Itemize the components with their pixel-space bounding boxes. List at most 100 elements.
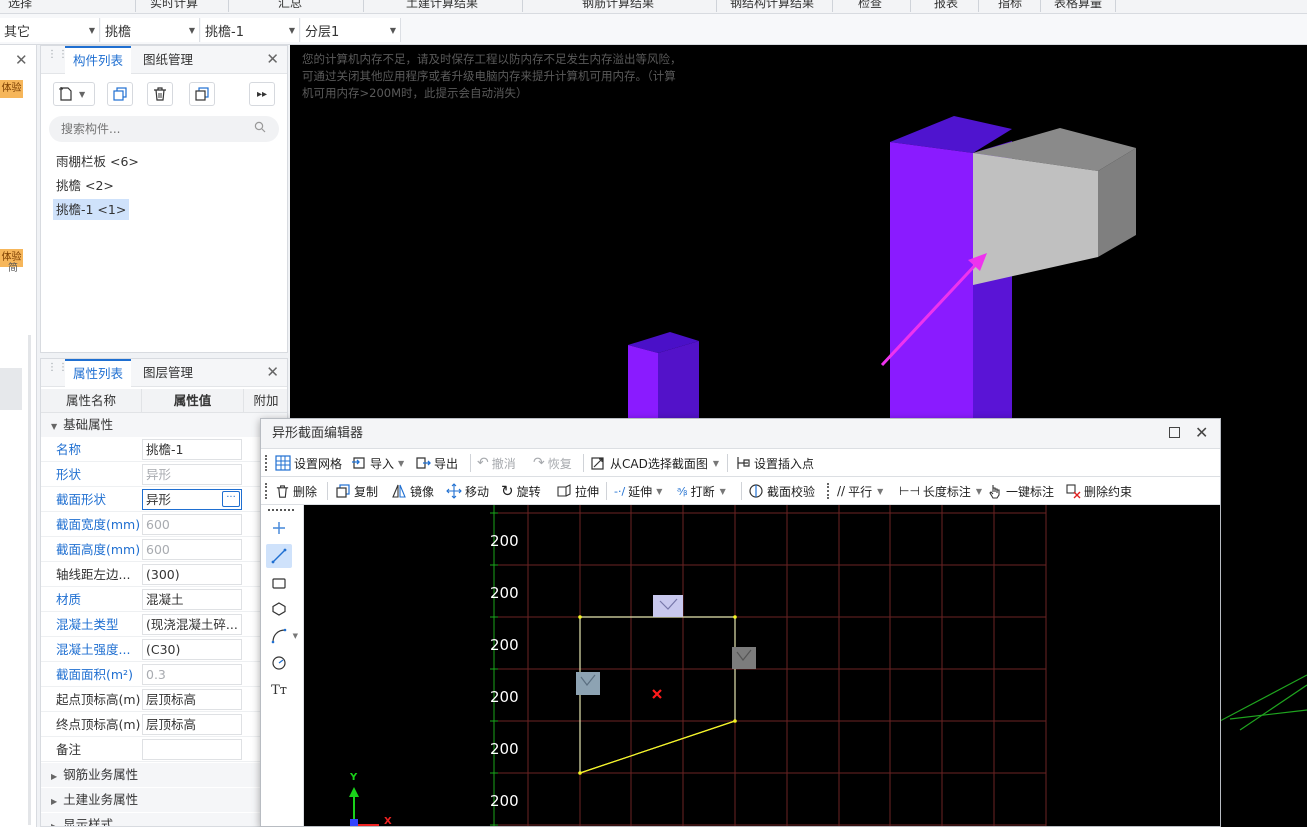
- group-display-style[interactable]: ▶ 显示样式: [41, 813, 287, 826]
- set-insert-point-button[interactable]: 设置插入点: [735, 449, 814, 477]
- group-civil-properties[interactable]: ▶ 土建业务属性: [41, 788, 287, 812]
- tab-component-list[interactable]: 构件列表: [65, 46, 132, 74]
- grid-dimension-label: 200: [490, 792, 519, 810]
- menu-check[interactable]: 检查: [858, 0, 882, 11]
- group-rebar-properties[interactable]: ▶ 钢筋业务属性: [41, 763, 287, 787]
- import-icon: [352, 457, 365, 469]
- chevron-down-icon: ▼: [398, 458, 405, 468]
- menu-select[interactable]: 选择: [8, 0, 32, 11]
- stretch-button[interactable]: 拉伸: [556, 477, 599, 505]
- property-value-input[interactable]: (C30): [142, 639, 242, 660]
- extend-button[interactable]: -·/ 延伸 ▼: [614, 477, 662, 505]
- property-value-input[interactable]: 异形: [142, 464, 242, 485]
- menu-index[interactable]: 指标: [998, 0, 1022, 11]
- polygon-tool[interactable]: [266, 597, 292, 621]
- dialog-titlebar[interactable]: 异形截面编辑器 ✕: [261, 419, 1220, 449]
- menu-table-qty[interactable]: 表格算量: [1054, 0, 1102, 11]
- arc-tool[interactable]: ▼: [266, 624, 298, 648]
- hand-pointer-icon: [989, 485, 1000, 499]
- section-check-button[interactable]: 截面校验: [748, 477, 815, 505]
- copy-component-button[interactable]: [107, 82, 133, 106]
- text-tool[interactable]: Tт: [266, 678, 292, 702]
- grid-lines: [494, 505, 1047, 826]
- editor-toolbar-primary: 设置网格 导入 ▼ 导出 ↶ 撤消 ↷ 恢复 从CAD选择截面图 ▼ 设置插入点: [261, 449, 1220, 477]
- menu-steel-result[interactable]: 钢结构计算结果: [730, 0, 814, 11]
- set-grid-button[interactable]: 设置网格: [275, 449, 342, 477]
- layer-select[interactable]: 分层1 ▼: [301, 18, 401, 42]
- component-item-selected[interactable]: 挑檐-1 <1>: [53, 199, 130, 220]
- one-key-dimension-button[interactable]: 一键标注: [987, 477, 1054, 505]
- drag-handle-icon[interactable]: ⋮⋮: [47, 50, 68, 67]
- y-axis-label: Y: [350, 772, 358, 783]
- menu-realtime-calc[interactable]: 实时计算: [150, 0, 198, 11]
- close-icon[interactable]: ✕: [266, 50, 279, 68]
- parallel-button[interactable]: // 平行 ▼: [837, 477, 883, 505]
- property-row: 形状 异形: [41, 462, 287, 487]
- move-button[interactable]: 移动: [446, 477, 489, 505]
- menu-rebar-result[interactable]: 钢筋计算结果: [582, 0, 654, 11]
- search-input[interactable]: [49, 116, 279, 142]
- tab-drawing-management[interactable]: 图纸管理: [135, 46, 201, 74]
- expand-button[interactable]: ▸▸: [249, 82, 275, 106]
- close-icon[interactable]: ✕: [266, 363, 279, 381]
- layer-copy-button[interactable]: [189, 82, 215, 106]
- break-button[interactable]: ᵃ⁄ᵦ 打断 ▼: [677, 477, 726, 505]
- menu-report[interactable]: 报表: [934, 0, 958, 11]
- drag-handle-icon[interactable]: ⋮⋮: [47, 363, 68, 380]
- type-select[interactable]: 挑檐 ▼: [101, 18, 200, 42]
- rectangle-tool[interactable]: [266, 571, 292, 595]
- scrollbar[interactable]: [28, 335, 31, 825]
- export-button[interactable]: 导出: [415, 449, 458, 477]
- close-icon[interactable]: ✕: [15, 51, 28, 69]
- dimension-icon: ⊢⊣: [899, 484, 920, 498]
- group-basic-properties[interactable]: ▼ 基础属性: [41, 413, 287, 437]
- property-value-input[interactable]: 混凝土: [142, 589, 242, 610]
- property-name: 混凝土强度...: [56, 642, 131, 657]
- component-item[interactable]: 雨棚栏板 <6>: [53, 151, 142, 172]
- property-value-input[interactable]: 层顶标高: [142, 714, 242, 735]
- section-drawing-canvas[interactable]: 200 200 200 200 200 200 Y X: [304, 505, 1220, 826]
- search-icon[interactable]: [254, 121, 266, 133]
- mirror-button[interactable]: 镜像: [391, 477, 434, 505]
- property-value-input[interactable]: (现浇混凝土碎...: [142, 614, 242, 635]
- category-select[interactable]: 其它 ▼: [0, 18, 100, 42]
- more-options-button[interactable]: ···: [222, 491, 240, 507]
- property-value-input[interactable]: (300): [142, 564, 242, 585]
- tab-layer-management[interactable]: 图层管理: [135, 359, 201, 387]
- rotate-button[interactable]: ↻ 旋转: [501, 477, 541, 505]
- property-value-input[interactable]: 600: [142, 539, 242, 560]
- length-dimension-button[interactable]: ⊢⊣ 长度标注 ▼: [899, 477, 982, 505]
- line-tool[interactable]: [266, 544, 292, 568]
- delete-constraint-button[interactable]: 删除约束: [1065, 477, 1132, 505]
- tab-property-list[interactable]: 属性列表: [65, 359, 132, 387]
- menu-civil-result[interactable]: 土建计算结果: [406, 0, 478, 11]
- maximize-icon[interactable]: [1169, 427, 1180, 438]
- menu-summary[interactable]: 汇总: [278, 0, 302, 11]
- property-value-input[interactable]: 600: [142, 514, 242, 535]
- undo-button[interactable]: ↶ 撤消: [477, 449, 516, 477]
- property-value-input[interactable]: [142, 739, 242, 760]
- property-value-input[interactable]: 层顶标高: [142, 689, 242, 710]
- property-name: 截面宽度(mm): [56, 517, 141, 532]
- redo-button[interactable]: ↷ 恢复: [533, 449, 572, 477]
- menu-separator: [228, 0, 229, 12]
- toolbar-separator: [470, 454, 471, 472]
- property-value-input[interactable]: 0.3: [142, 664, 242, 685]
- component-select[interactable]: 挑檐-1 ▼: [201, 18, 300, 42]
- trial-badge[interactable]: 体验: [0, 80, 23, 98]
- copy-button[interactable]: 复制: [335, 477, 378, 505]
- import-button[interactable]: 导入 ▼: [351, 449, 404, 477]
- circle-tool[interactable]: [266, 651, 292, 675]
- centroid-marker: [652, 689, 662, 699]
- close-icon[interactable]: ✕: [1195, 423, 1208, 442]
- panel-header: ⋮⋮ 构件列表 图纸管理 ✕: [41, 46, 287, 74]
- property-value-input[interactable]: 挑檐-1: [142, 439, 242, 460]
- select-from-cad-button[interactable]: 从CAD选择截面图 ▼: [591, 449, 719, 477]
- component-item[interactable]: 挑檐 <2>: [53, 175, 117, 196]
- point-tool[interactable]: [266, 516, 292, 540]
- new-component-button[interactable]: ▼: [53, 82, 95, 106]
- delete-component-button[interactable]: [147, 82, 173, 106]
- delete-button[interactable]: 删除: [275, 477, 317, 505]
- property-row: 名称 挑檐-1: [41, 437, 287, 462]
- property-row: 截面宽度(mm) 600: [41, 512, 287, 537]
